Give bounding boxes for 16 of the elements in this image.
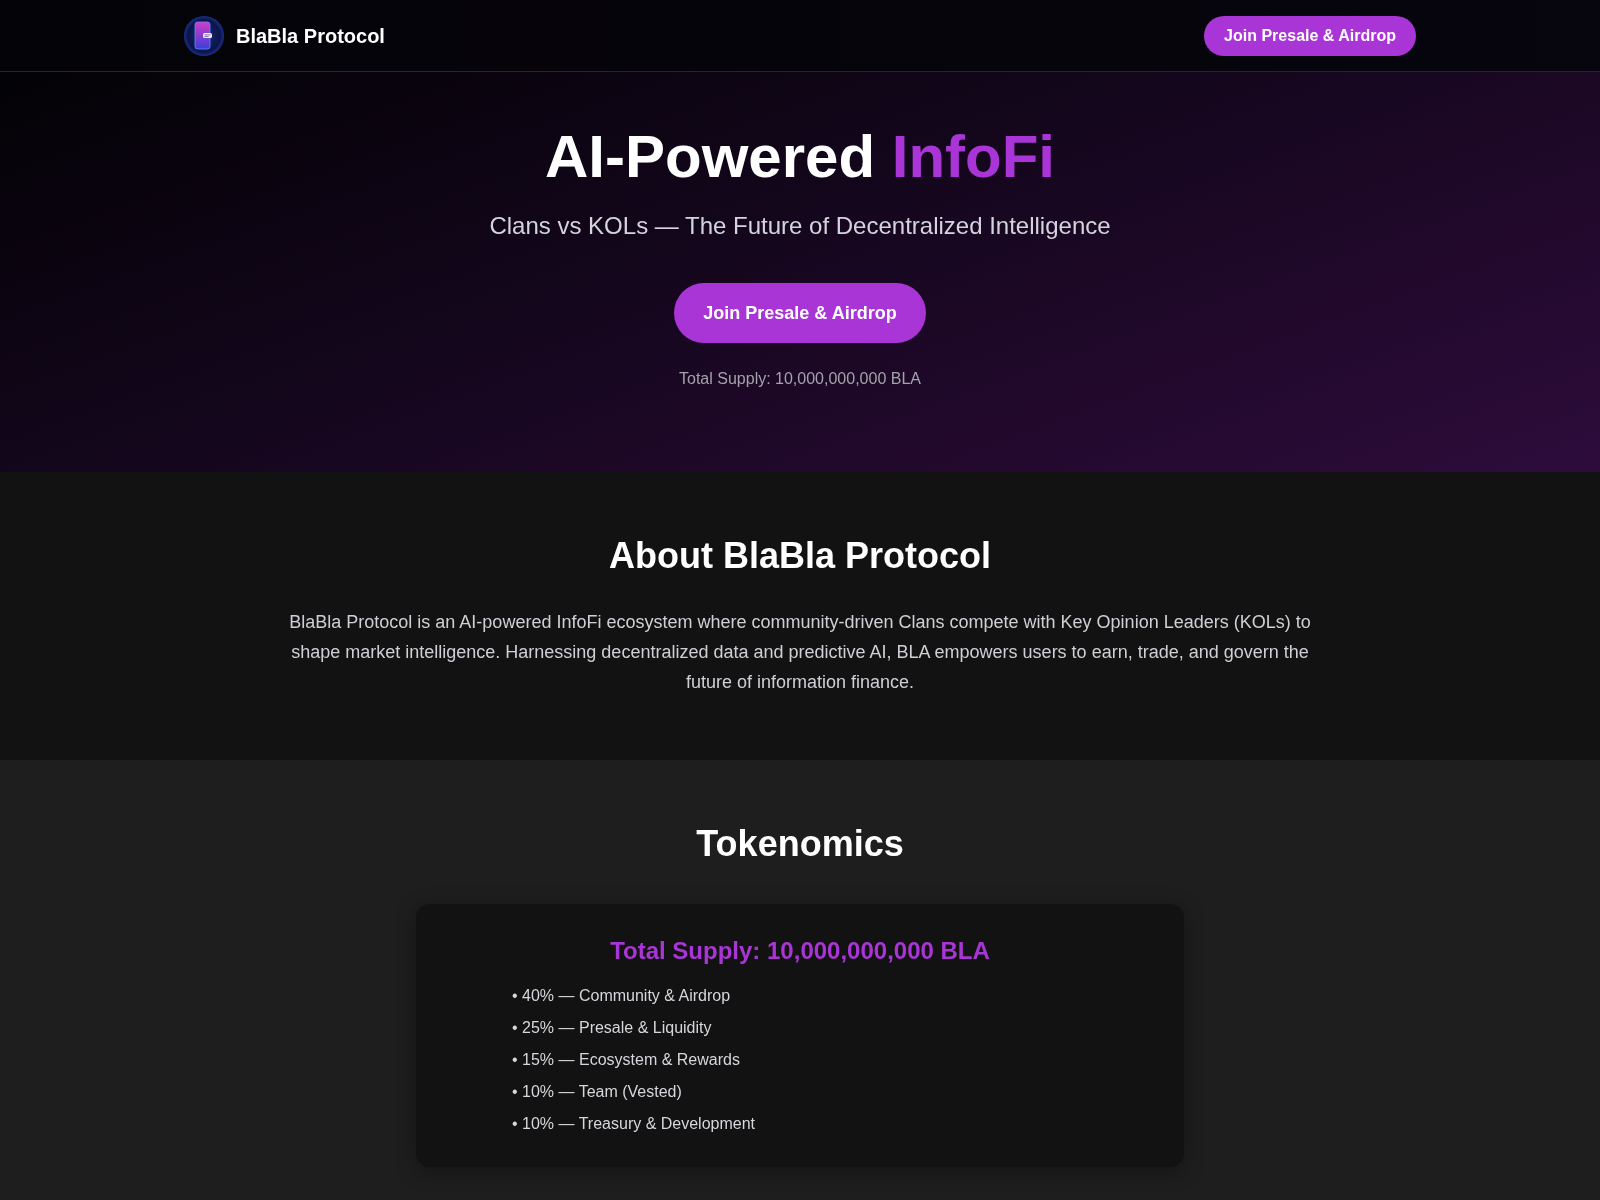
card-title: Total Supply: 10,000,000,000 BLA	[609, 936, 991, 966]
total-supply-note: Total Supply: 10,000,000,000 BLA	[679, 369, 921, 389]
join-presale-button[interactable]: Join Presale & Airdrop	[1204, 15, 1416, 56]
allocation-item: • 10% — Team (Vested)	[512, 1082, 682, 1102]
allocation-item: • 10% — Treasury & Development	[512, 1114, 756, 1134]
hero-title: AI-Powered InfoFi	[545, 122, 1055, 192]
allocation-item: • 15% — Ecosystem & Rewards	[512, 1050, 740, 1070]
about-title: About BlaBla Protocol	[609, 534, 991, 578]
phone-logo-icon	[184, 15, 224, 56]
allocation-item: • 25% — Presale & Liquidity	[512, 1018, 712, 1038]
hero-subtitle: Clans vs KOLs — The Future of Decentralized Intelligence	[489, 211, 1111, 241]
tokenomics-title: Tokenomics	[696, 822, 904, 866]
join-presale-button[interactable]: Join Presale & Airdrop	[674, 283, 926, 343]
brand-name: BlaBla Protocol	[236, 23, 385, 49]
allocation-item: • 40% — Community & Airdrop	[512, 986, 731, 1006]
about-paragraph: BlaBla Protocol is an AI-powered InfoFi ecosystem where community-driven Clans compete with Key Opinion Leaders (KOLs) to shape market intelligence. Harnessing decentralized data and predictive AI, BLA empowers users to earn, trade, and govern the future of information finance.	[288, 611, 1312, 694]
